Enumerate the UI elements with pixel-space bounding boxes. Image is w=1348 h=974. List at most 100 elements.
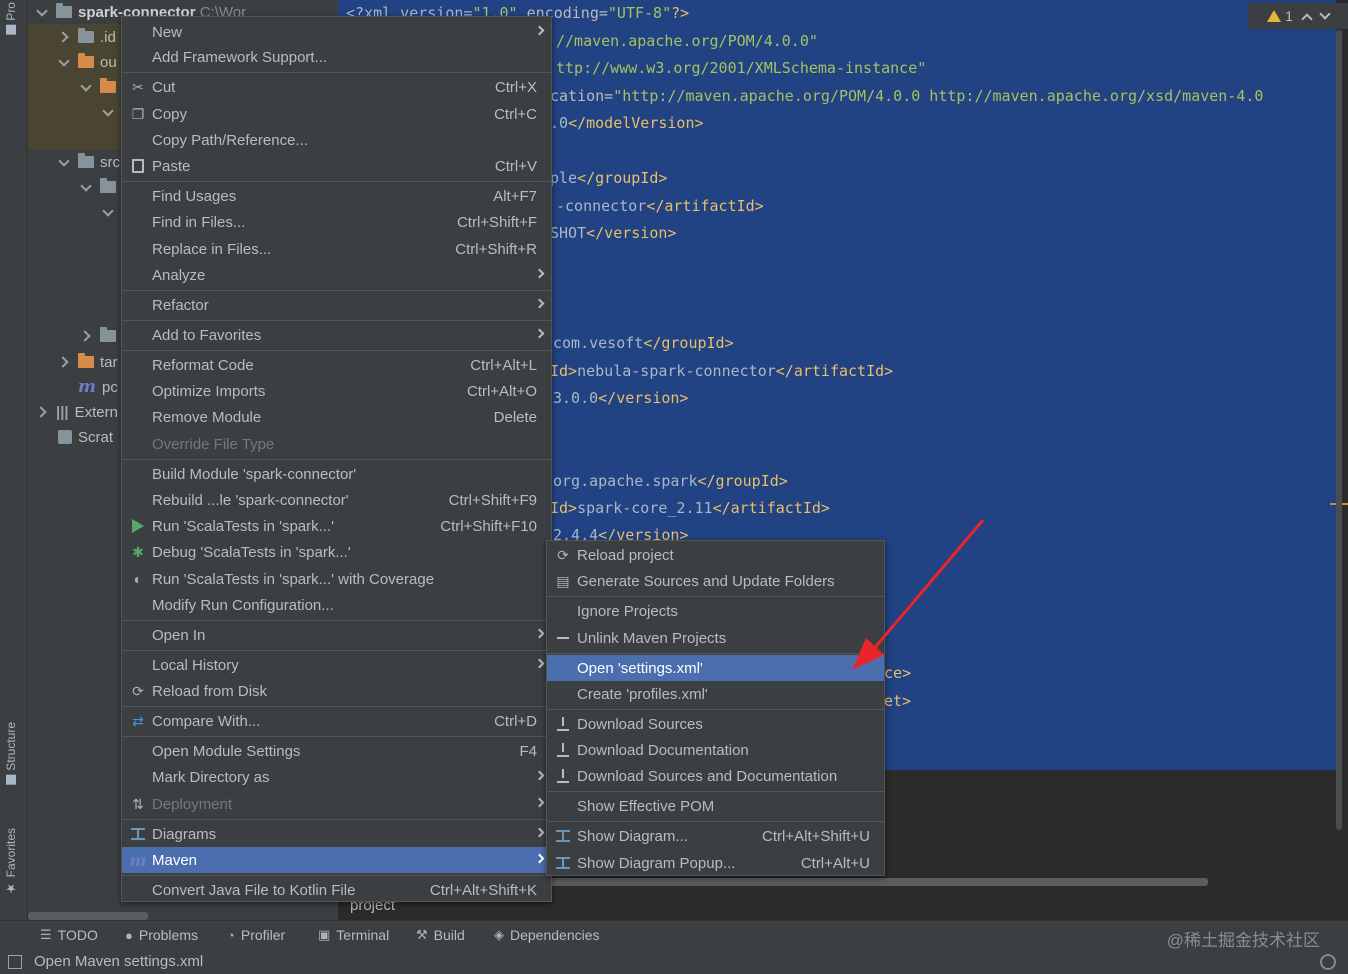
chevron-right-icon[interactable] [58,356,70,368]
menu-item-find-in-files[interactable]: Find in Files... Ctrl+Shift+F [122,209,551,235]
menu-item-replace-in-files[interactable]: Replace in Files... Ctrl+Shift+R [122,236,551,262]
tree-row-out-grandchild[interactable] [102,100,122,124]
structure-tool-tab[interactable]: Structure [4,722,18,785]
menu-item-refactor[interactable]: Refactor [122,292,551,318]
problems-tool-button[interactable]: ● Problems [125,927,198,943]
chevron-right-icon[interactable] [58,31,70,43]
scissors-icon: ✂ [132,78,144,95]
menu-item-compare-with[interactable]: ⇄ Compare With... Ctrl+D [122,708,551,734]
menu-item-reload-project[interactable]: ⟳ Reload project [547,542,884,568]
tree-row-target[interactable]: tar [58,350,118,374]
chevron-right-icon[interactable] [80,330,92,342]
menu-item-copy-path-reference[interactable]: Copy Path/Reference... [122,127,551,153]
menu-item-label: Open In [152,626,206,644]
folder-icon [78,53,94,68]
menu-item-copy[interactable]: ❐ Copy Ctrl+C [122,101,551,127]
menu-item-reload-from-disk[interactable]: ⟳ Reload from Disk [122,678,551,704]
menu-item-local-history[interactable]: Local History [122,652,551,678]
menu-item-reformat-code[interactable]: Reformat Code Ctrl+Alt+L [122,352,551,378]
menu-item-create-profiles-xml[interactable]: Create 'profiles.xml' [547,681,884,707]
chevron-down-icon[interactable] [36,6,48,18]
profiler-tool-button[interactable]: ◔ Profiler [227,927,285,943]
submenu-arrow-icon [534,658,545,669]
menu-item-show-diagram-popup[interactable]: Show Diagram Popup... Ctrl+Alt+U [547,850,884,876]
menu-item-new[interactable]: New [122,19,551,45]
menu-item-modify-run-configuration[interactable]: Modify Run Configuration... [122,592,551,618]
menu-item-run-scalatests-in-spark[interactable]: Run 'ScalaTests in 'spark...' Ctrl+Shift+… [122,513,551,539]
terminal-tool-button[interactable]: ▣ Terminal [318,927,389,943]
next-highlight-icon[interactable] [1319,7,1331,20]
tree-horizontal-scrollbar[interactable] [28,912,148,920]
menu-item-mark-directory-as[interactable]: Mark Directory as [122,764,551,790]
tree-row-external-libraries[interactable]: ||| Extern [36,400,118,424]
previous-highlight-icon[interactable] [1301,12,1313,25]
menu-item-label: New [152,23,183,41]
menu-item-rebuild-le-spark-connector[interactable]: Rebuild ...le 'spark-connector' Ctrl+Shif… [122,487,551,513]
code-line: SHOT</version> [550,224,677,242]
menu-item-debug-scalatests-in-spark[interactable]: ✱ Debug 'ScalaTests in 'spark...' [122,539,551,565]
menu-item-add-framework-support[interactable]: Add Framework Support... [122,44,551,70]
folder-icon [100,327,116,342]
build-tool-button[interactable]: ⚒ Build [416,927,465,943]
menu-item-label: Replace in Files... [152,240,272,258]
dependencies-tool-button[interactable]: ◈ Dependencies [494,927,600,943]
editor-vertical-scrollbar[interactable] [1336,30,1342,830]
project-context-menu: New Add Framework Support... ✂ Cut Ctrl+X ❐ Co… [121,16,552,902]
tree-row-src[interactable]: src [58,150,120,174]
menu-item-label: Open 'settings.xml' [577,659,703,677]
tree-row-src-grandchild[interactable] [102,200,122,224]
submenu-arrow-icon [534,268,545,279]
chevron-down-icon[interactable] [58,156,70,168]
todo-tool-button[interactable]: ☰ TODO [40,927,98,943]
menu-item-show-diagram[interactable]: Show Diagram... Ctrl+Alt+Shift+U [547,823,884,849]
coverage-icon: ◐ [133,571,143,587]
background-tasks-icon[interactable] [1320,954,1336,970]
menu-item-open-in[interactable]: Open In [122,622,551,648]
chevron-down-icon[interactable] [80,181,92,193]
menu-item-optimize-imports[interactable]: Optimize Imports Ctrl+Alt+O [122,378,551,404]
menu-item-download-sources-and-documentation[interactable]: Download Sources and Documentation [547,763,884,789]
menu-item-add-to-favorites[interactable]: Add to Favorites [122,322,551,348]
menu-separator [547,653,884,654]
menu-item-remove-module[interactable]: Remove Module Delete [122,404,551,430]
project-icon [6,24,16,35]
menu-item-maven[interactable]: m Maven [122,847,551,873]
tree-row-idea[interactable]: .id [58,25,116,49]
chevron-right-icon[interactable] [36,406,48,418]
menu-item-diagrams[interactable]: Diagrams [122,821,551,847]
left-tool-stripe: Pro Structure ★ Favorites [0,0,28,920]
chevron-down-icon[interactable] [58,56,70,68]
menu-item-run-scalatests-in-spark-with-coverage[interactable]: ◐ Run 'ScalaTests in 'spark...' with Cove… [122,566,551,592]
menu-item-open-settings-xml[interactable]: Open 'settings.xml' [547,655,884,681]
menu-item-generate-sources-and-update-folders[interactable]: ▤ Generate Sources and Update Folders [547,568,884,594]
chevron-down-icon[interactable] [102,106,114,118]
chevron-down-icon[interactable] [102,206,114,218]
chevron-down-icon[interactable] [80,81,92,93]
menu-item-open-module-settings[interactable]: Open Module Settings F4 [122,738,551,764]
tree-row-out[interactable]: ou [58,50,117,74]
project-tool-tab[interactable]: Pro [4,2,18,35]
menu-item-analyze[interactable]: Analyze [122,262,551,288]
menu-item-ignore-projects[interactable]: Ignore Projects [547,598,884,624]
menu-item-unlink-maven-projects[interactable]: Unlink Maven Projects [547,625,884,651]
tree-row-out-child[interactable] [80,75,122,99]
menu-item-show-effective-pom[interactable]: Show Effective POM [547,793,884,819]
menu-item-find-usages[interactable]: Find Usages Alt+F7 [122,183,551,209]
tool-windows-toggle-icon[interactable] [8,955,22,969]
menu-item-download-sources[interactable]: Download Sources [547,711,884,737]
editor-horizontal-scrollbar[interactable] [538,878,1208,886]
tree-row-collapsed[interactable] [80,324,122,348]
tree-row-src-child[interactable] [80,175,122,199]
favorites-tool-tab[interactable]: ★ Favorites [4,828,18,895]
menu-item-label: Run 'ScalaTests in 'spark...' [152,517,334,535]
folder-icon [100,78,116,93]
inspection-widget[interactable]: 1 [1248,3,1348,29]
tree-row-pom[interactable]: m pc [78,375,118,399]
menu-item-paste[interactable]: Paste Ctrl+V [122,153,551,179]
menu-item-deployment: ⇅ Deployment [122,791,551,817]
menu-item-build-module-spark-connector[interactable]: Build Module 'spark-connector' [122,461,551,487]
menu-item-convert-java-file-to-kotlin-file[interactable]: Convert Java File to Kotlin File Ctrl+Alt… [122,877,551,903]
menu-item-cut[interactable]: ✂ Cut Ctrl+X [122,74,551,100]
tree-row-scratches[interactable]: Scrat [58,425,113,449]
menu-item-download-documentation[interactable]: Download Documentation [547,737,884,763]
